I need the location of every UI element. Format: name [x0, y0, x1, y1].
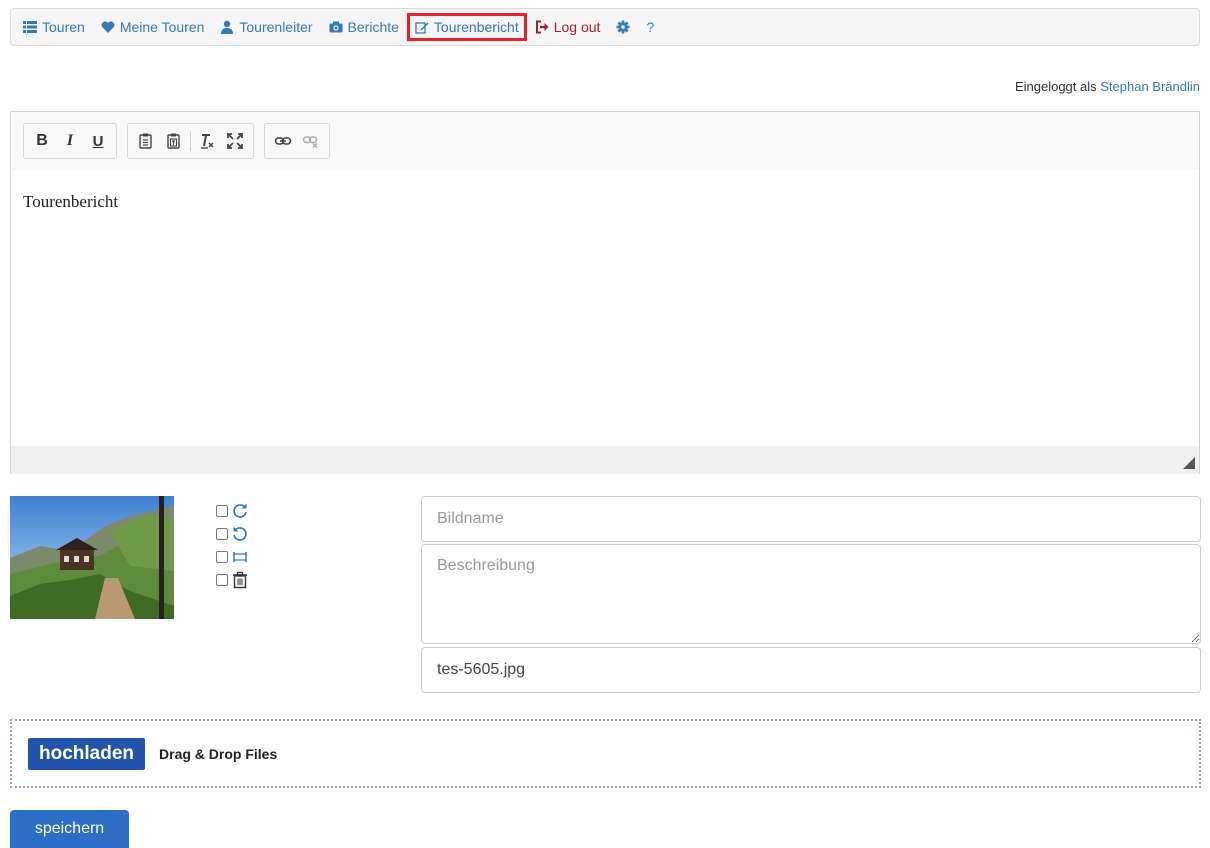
upload-button[interactable]: hochladen: [28, 737, 146, 770]
file-dropzone[interactable]: hochladen Drag & Drop Files: [10, 719, 1201, 788]
maximize-button[interactable]: [223, 127, 247, 155]
editor-text: Tourenbericht: [23, 192, 119, 211]
logout-icon: [535, 20, 549, 34]
image-name-input[interactable]: [421, 496, 1201, 542]
nav-logout[interactable]: Log out: [527, 13, 609, 41]
resize-option: [216, 546, 249, 568]
remove-format-icon: [201, 134, 214, 149]
gear-icon: [616, 20, 630, 34]
help-label: ?: [646, 19, 655, 35]
resize-checkbox[interactable]: [216, 551, 228, 563]
nav-tourenleiter[interactable]: Tourenleiter: [212, 13, 320, 41]
underline-button[interactable]: U: [86, 127, 110, 155]
paste-text-button[interactable]: [162, 127, 186, 155]
nav-meine-touren-label: Meine Touren: [119, 19, 205, 35]
heart-icon: [101, 21, 115, 33]
login-user-link[interactable]: Stephan Brändlin: [1100, 79, 1200, 94]
paste-text-icon: [167, 133, 180, 149]
edit-icon: [415, 22, 429, 34]
user-icon: [221, 20, 234, 34]
nav-touren[interactable]: Touren: [15, 13, 93, 41]
login-prefix: Eingeloggt als: [1014, 79, 1097, 94]
rotate-left-checkbox[interactable]: [216, 528, 228, 540]
nav-berichte[interactable]: Berichte: [321, 13, 407, 41]
rotate-left-icon: [233, 526, 247, 541]
trash-icon: [233, 571, 247, 589]
maximize-icon: [227, 133, 243, 149]
editor-toolbar: B I U: [11, 112, 1199, 170]
top-navbar: Touren Meine Touren Tourenleiter Bericht…: [10, 8, 1200, 46]
nav-touren-label: Touren: [42, 19, 85, 35]
paste-icon: [139, 133, 152, 149]
rotate-left-option: [216, 523, 249, 545]
unlink-icon: [302, 136, 318, 148]
nav-tourenleiter-label: Tourenleiter: [239, 19, 313, 35]
nav-tourenbericht[interactable]: Tourenbericht: [406, 13, 527, 41]
toolbar-separator: [190, 131, 191, 151]
editor-content[interactable]: Tourenbericht: [11, 170, 1199, 446]
list-icon: [23, 21, 37, 33]
bold-button[interactable]: B: [30, 127, 54, 155]
rotate-right-checkbox[interactable]: [216, 505, 228, 517]
login-status: Eingeloggt als Stephan Brändlin: [1015, 79, 1200, 94]
toolbar-group-links: [264, 123, 330, 159]
camera-icon: [329, 21, 343, 33]
resize-handle-icon[interactable]: [1183, 457, 1195, 469]
nav-berichte-label: Berichte: [347, 19, 399, 35]
toolbar-group-basic: B I U: [23, 123, 117, 159]
paste-button[interactable]: [134, 127, 158, 155]
unlink-button[interactable]: [299, 127, 323, 155]
toolbar-group-clipboard: [127, 123, 254, 159]
remove-format-button[interactable]: [195, 127, 219, 155]
nav-settings[interactable]: [608, 13, 638, 41]
delete-checkbox[interactable]: [216, 574, 228, 586]
image-thumbnail: [10, 496, 174, 619]
delete-option: [216, 569, 249, 591]
italic-icon: I: [66, 132, 74, 149]
link-icon: [274, 137, 292, 145]
rich-text-editor: B I U Tourenbericht: [10, 111, 1200, 474]
nav-logout-label: Log out: [553, 19, 601, 35]
editor-statusbar: [11, 446, 1199, 474]
nav-help[interactable]: ?: [638, 13, 662, 41]
italic-button[interactable]: I: [58, 127, 82, 155]
nav-tourenbericht-label: Tourenbericht: [433, 19, 519, 35]
drop-label: Drag & Drop Files: [159, 745, 278, 762]
rotate-right-icon: [233, 503, 247, 518]
underline-icon: U: [92, 132, 104, 150]
save-button[interactable]: speichern: [10, 810, 129, 848]
rotate-right-option: [216, 500, 249, 522]
image-description-textarea[interactable]: [421, 544, 1201, 644]
nav-meine-touren[interactable]: Meine Touren: [93, 13, 213, 41]
bold-icon: B: [36, 132, 48, 149]
link-button[interactable]: [271, 127, 295, 155]
resize-icon: [233, 552, 247, 562]
image-actions: [216, 500, 249, 592]
image-filename-input[interactable]: [421, 647, 1201, 693]
